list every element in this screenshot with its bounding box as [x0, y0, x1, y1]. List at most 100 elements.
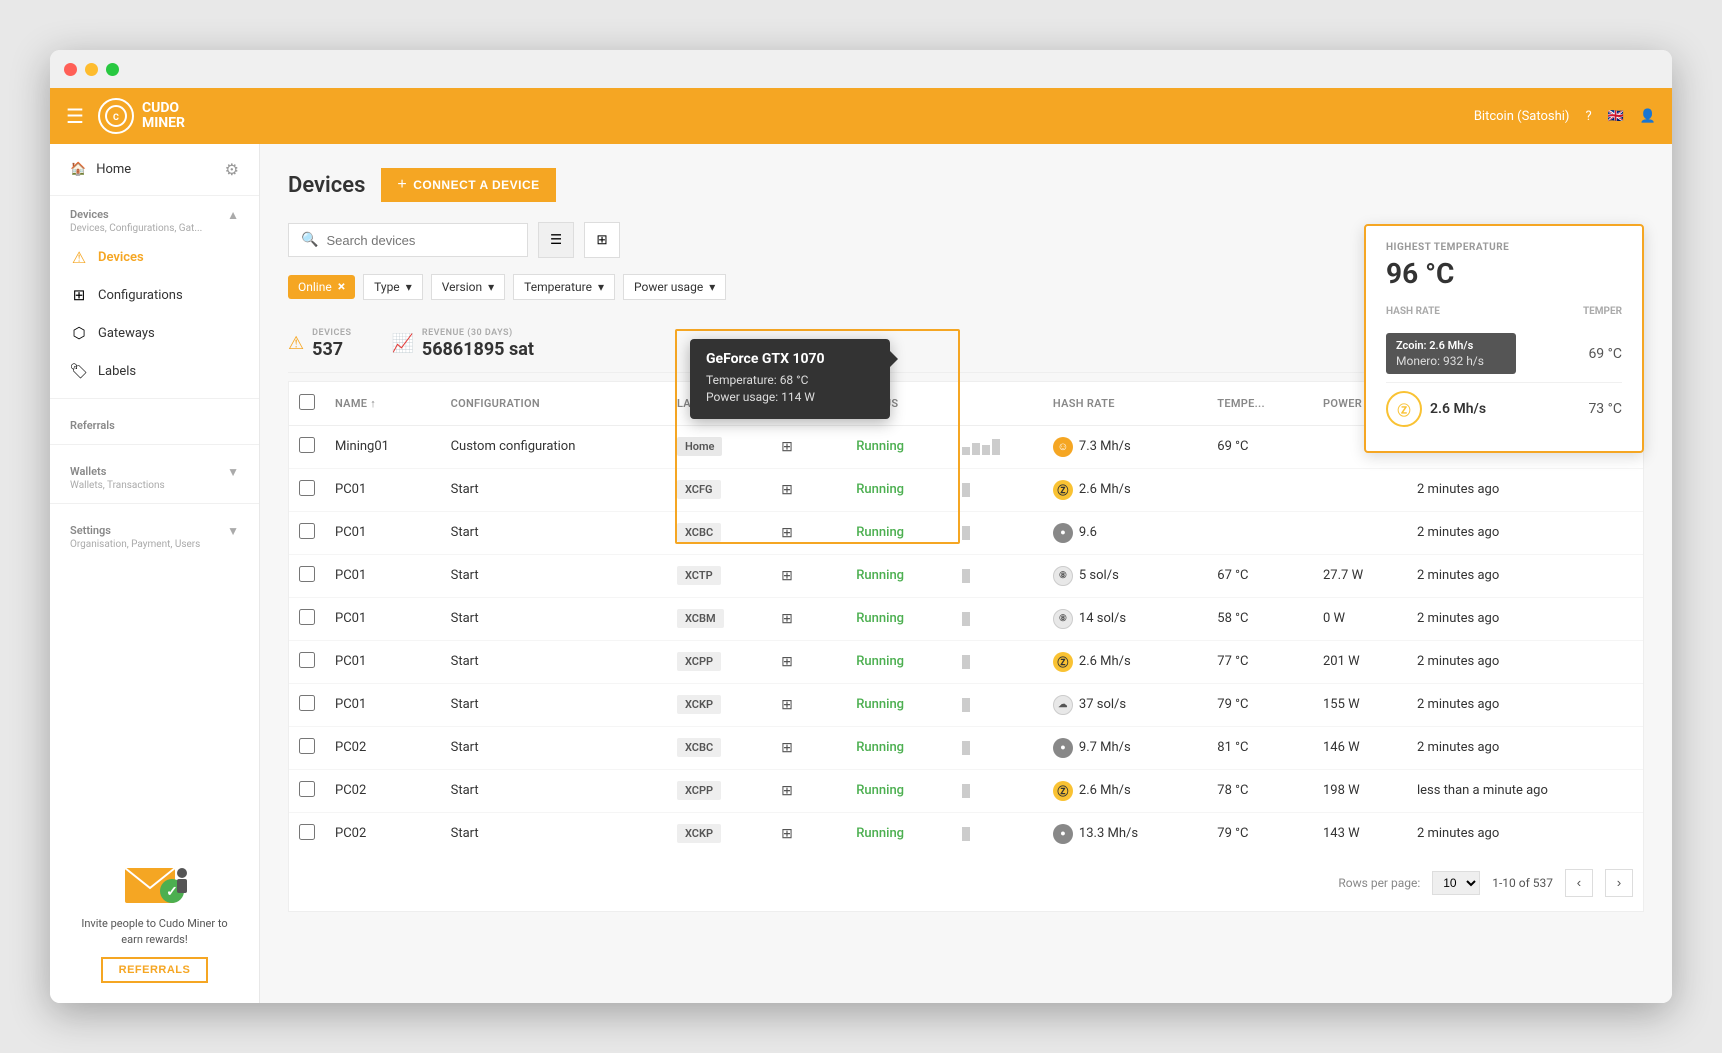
hash-rate-col-label: Hash rate — [1386, 306, 1440, 317]
col-temp[interactable]: Tempe... — [1207, 382, 1313, 426]
mini-bars — [962, 655, 1033, 669]
row-checkbox[interactable] — [299, 695, 315, 711]
remove-online-filter[interactable]: × — [338, 279, 345, 295]
power-cell: 0 W — [1313, 597, 1407, 640]
table-row[interactable]: PC01 Start XCTP ⊞ Running ⑧5 sol/s 67 °C… — [289, 554, 1643, 597]
windows-icon: ⊞ — [781, 439, 793, 455]
sidebar-item-devices[interactable]: ⚠ Devices — [50, 238, 259, 276]
next-page-button[interactable]: › — [1605, 869, 1633, 897]
referrals-button[interactable]: REFERRALS — [101, 957, 209, 983]
table-row[interactable]: PC01 Start XCPP ⊞ Running Ⓩ2.6 Mh/s 77 °… — [289, 640, 1643, 683]
row-checkbox[interactable] — [299, 652, 315, 668]
hash-value: 7.3 Mh/s — [1079, 439, 1131, 454]
row-checkbox[interactable] — [299, 523, 315, 539]
table-row[interactable]: PC01 Start XCBM ⊞ Running ⑧14 sol/s 58 °… — [289, 597, 1643, 640]
row-checkbox[interactable] — [299, 781, 315, 797]
flag-icon[interactable]: 🇬🇧 — [1608, 109, 1624, 124]
hash-cell: ●9.7 Mh/s — [1053, 738, 1197, 758]
hash-icon: ● — [1053, 824, 1073, 844]
chevron-down-icon[interactable]: ▼ — [227, 465, 239, 479]
col-config[interactable]: Configuration — [441, 382, 667, 426]
topnav: ☰ C CUDO MINER Bitcoin (Satoshi) ? 🇬🇧 — [50, 88, 1672, 144]
prev-page-button[interactable]: ‹ — [1565, 869, 1593, 897]
table-row[interactable]: PC02 Start XCKP ⊞ Running ●13.3 Mh/s 79 … — [289, 812, 1643, 855]
row-checkbox[interactable] — [299, 437, 315, 453]
hash-icon: ● — [1053, 523, 1073, 543]
minimize-btn[interactable] — [85, 63, 98, 76]
list-view-button[interactable]: ☰ — [538, 222, 574, 258]
cell-name: PC01 — [325, 468, 441, 511]
rows-per-page-label: Rows per page: — [1338, 876, 1420, 890]
hash-value-2: 2.6 Mh/s — [1430, 401, 1486, 417]
chevron-down-icon-temp: ▾ — [598, 280, 604, 294]
temp-cell: 58 °C — [1207, 597, 1313, 640]
referral-image: ✓ — [115, 848, 195, 908]
label-badge: XCKP — [677, 824, 721, 843]
chevron-down-icon-power: ▾ — [709, 280, 715, 294]
mini-bars — [962, 483, 1033, 497]
label-badge: Home — [677, 437, 723, 456]
help-icon[interactable]: ? — [1585, 109, 1591, 124]
status-cell: Running — [856, 482, 904, 497]
row-checkbox[interactable] — [299, 566, 315, 582]
row-checkbox[interactable] — [299, 480, 315, 496]
row-checkbox[interactable] — [299, 824, 315, 840]
online-filter-chip[interactable]: Online × — [288, 275, 355, 299]
power-cell — [1313, 468, 1407, 511]
sidebar-item-configurations[interactable]: ⊞ Configurations — [50, 276, 259, 314]
row-checkbox[interactable] — [299, 609, 315, 625]
maximize-btn[interactable] — [106, 63, 119, 76]
connect-device-button[interactable]: CONNECT A DEVICE — [381, 168, 555, 202]
table-row[interactable]: PC01 Start XCFG ⊞ Running Ⓩ2.6 Mh/s 2 mi… — [289, 468, 1643, 511]
close-btn[interactable] — [64, 63, 77, 76]
chevron-down-icon-2[interactable]: ▼ — [227, 524, 239, 538]
hash-value: 5 sol/s — [1079, 568, 1119, 583]
user-icon[interactable]: 👤 — [1640, 109, 1656, 124]
power-cell: 198 W — [1313, 769, 1407, 812]
table-row[interactable]: PC01 Start XCBC ⊞ Running ●9.6 2 minutes… — [289, 511, 1643, 554]
hash-cell: Ⓩ2.6 Mh/s — [1053, 480, 1197, 500]
sidebar-home[interactable]: 🏠 Home ⚙ — [50, 144, 259, 196]
windows-icon: ⊞ — [781, 611, 793, 627]
power-cell: 201 W — [1313, 640, 1407, 683]
chevron-up-icon[interactable]: ▲ — [227, 208, 239, 222]
label-badge: XCTP — [677, 566, 721, 585]
type-filter[interactable]: Type ▾ — [363, 274, 423, 300]
search-input[interactable] — [326, 233, 515, 248]
row-checkbox[interactable] — [299, 738, 315, 754]
select-all-checkbox[interactable] — [299, 394, 315, 410]
app-container: ☰ C CUDO MINER Bitcoin (Satoshi) ? 🇬🇧 — [50, 88, 1672, 1003]
devices-section-title: Devices — [70, 208, 239, 221]
tooltip-row-2: Ⓩ 2.6 Mh/s 73 °C — [1386, 383, 1622, 435]
temp-cell — [1207, 511, 1313, 554]
gear-icon[interactable]: ⚙ — [225, 160, 239, 179]
mini-bars — [962, 439, 1033, 455]
version-filter[interactable]: Version ▾ — [431, 274, 505, 300]
col-hashrate[interactable]: Hash rate — [1043, 382, 1207, 426]
table-row[interactable]: PC02 Start XCPP ⊞ Running Ⓩ2.6 Mh/s 78 °… — [289, 769, 1643, 812]
search-icon: 🔍 — [301, 232, 318, 248]
power-filter[interactable]: Power usage ▾ — [623, 274, 726, 300]
hamburger-icon[interactable]: ☰ — [66, 104, 84, 128]
windows-icon: ⊞ — [781, 740, 793, 756]
table-row[interactable]: PC02 Start XCBC ⊞ Running ●9.7 Mh/s 81 °… — [289, 726, 1643, 769]
power-cell: 155 W — [1313, 683, 1407, 726]
hash-icon: Ⓩ — [1053, 781, 1073, 801]
tooltip-row-1: Zcoin: 2.6 Mh/s Monero: 932 h/s 69 °C — [1386, 325, 1622, 383]
temp-cell: 67 °C — [1207, 554, 1313, 597]
rows-per-page-select[interactable]: 10 25 50 — [1432, 871, 1480, 895]
chevron-down-icon-version: ▾ — [488, 280, 494, 294]
sidebar-item-gateways[interactable]: ⬡ Gateways — [50, 314, 259, 352]
settings-subtitle: Organisation, Payment, Users — [70, 539, 239, 550]
hash-value: 2.6 Mh/s — [1079, 783, 1131, 798]
hash-cell: ⑧5 sol/s — [1053, 566, 1197, 586]
col-name[interactable]: Name ↑ — [325, 382, 441, 426]
sidebar-item-labels[interactable]: 🏷 Labels — [50, 352, 259, 390]
grid-view-button[interactable]: ⊞ — [584, 222, 620, 258]
windows-icon: ⊞ — [781, 654, 793, 670]
tooltip-temp-1: 69 °C — [1588, 346, 1622, 362]
table-row[interactable]: PC01 Start XCKP ⊞ Running ☁37 sol/s 79 °… — [289, 683, 1643, 726]
referral-promo: ✓ Invite people to Cudo Miner to earn re… — [50, 828, 259, 1003]
temperature-filter[interactable]: Temperature ▾ — [513, 274, 615, 300]
hash-cell: Ⓩ 2.6 Mh/s — [1053, 781, 1197, 801]
